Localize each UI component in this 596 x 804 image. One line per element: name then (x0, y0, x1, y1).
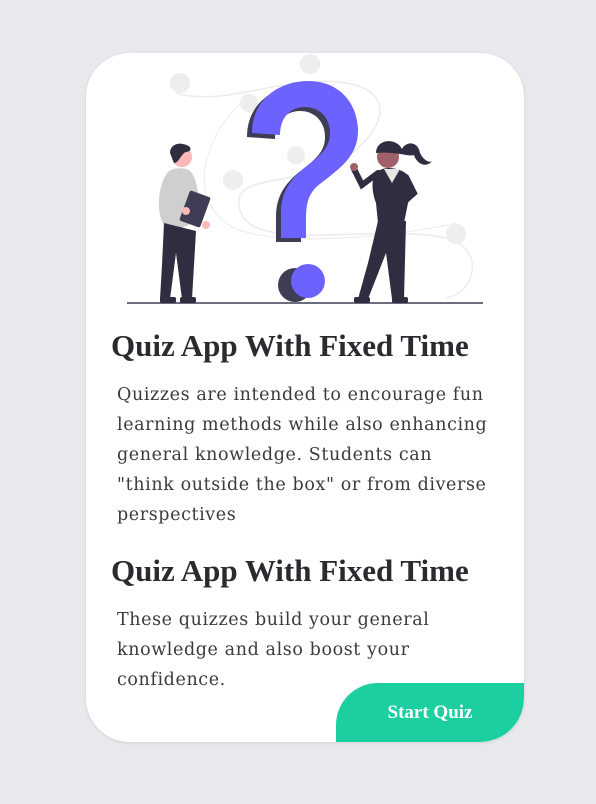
start-quiz-button[interactable]: Start Quiz (336, 683, 524, 742)
quiz-illustration (127, 54, 483, 304)
section-title: Quiz App With Fixed Time (111, 553, 469, 588)
woman-figure (350, 141, 432, 303)
quiz-intro-card: Quiz App With Fixed Time Quizzes are int… (86, 53, 524, 742)
man-figure (158, 143, 211, 303)
section-description: Quizzes are intended to encourage fun le… (117, 385, 488, 525)
section-description: These quizzes build your general knowled… (117, 610, 430, 690)
section-title: Quiz App With Fixed Time (111, 328, 469, 363)
